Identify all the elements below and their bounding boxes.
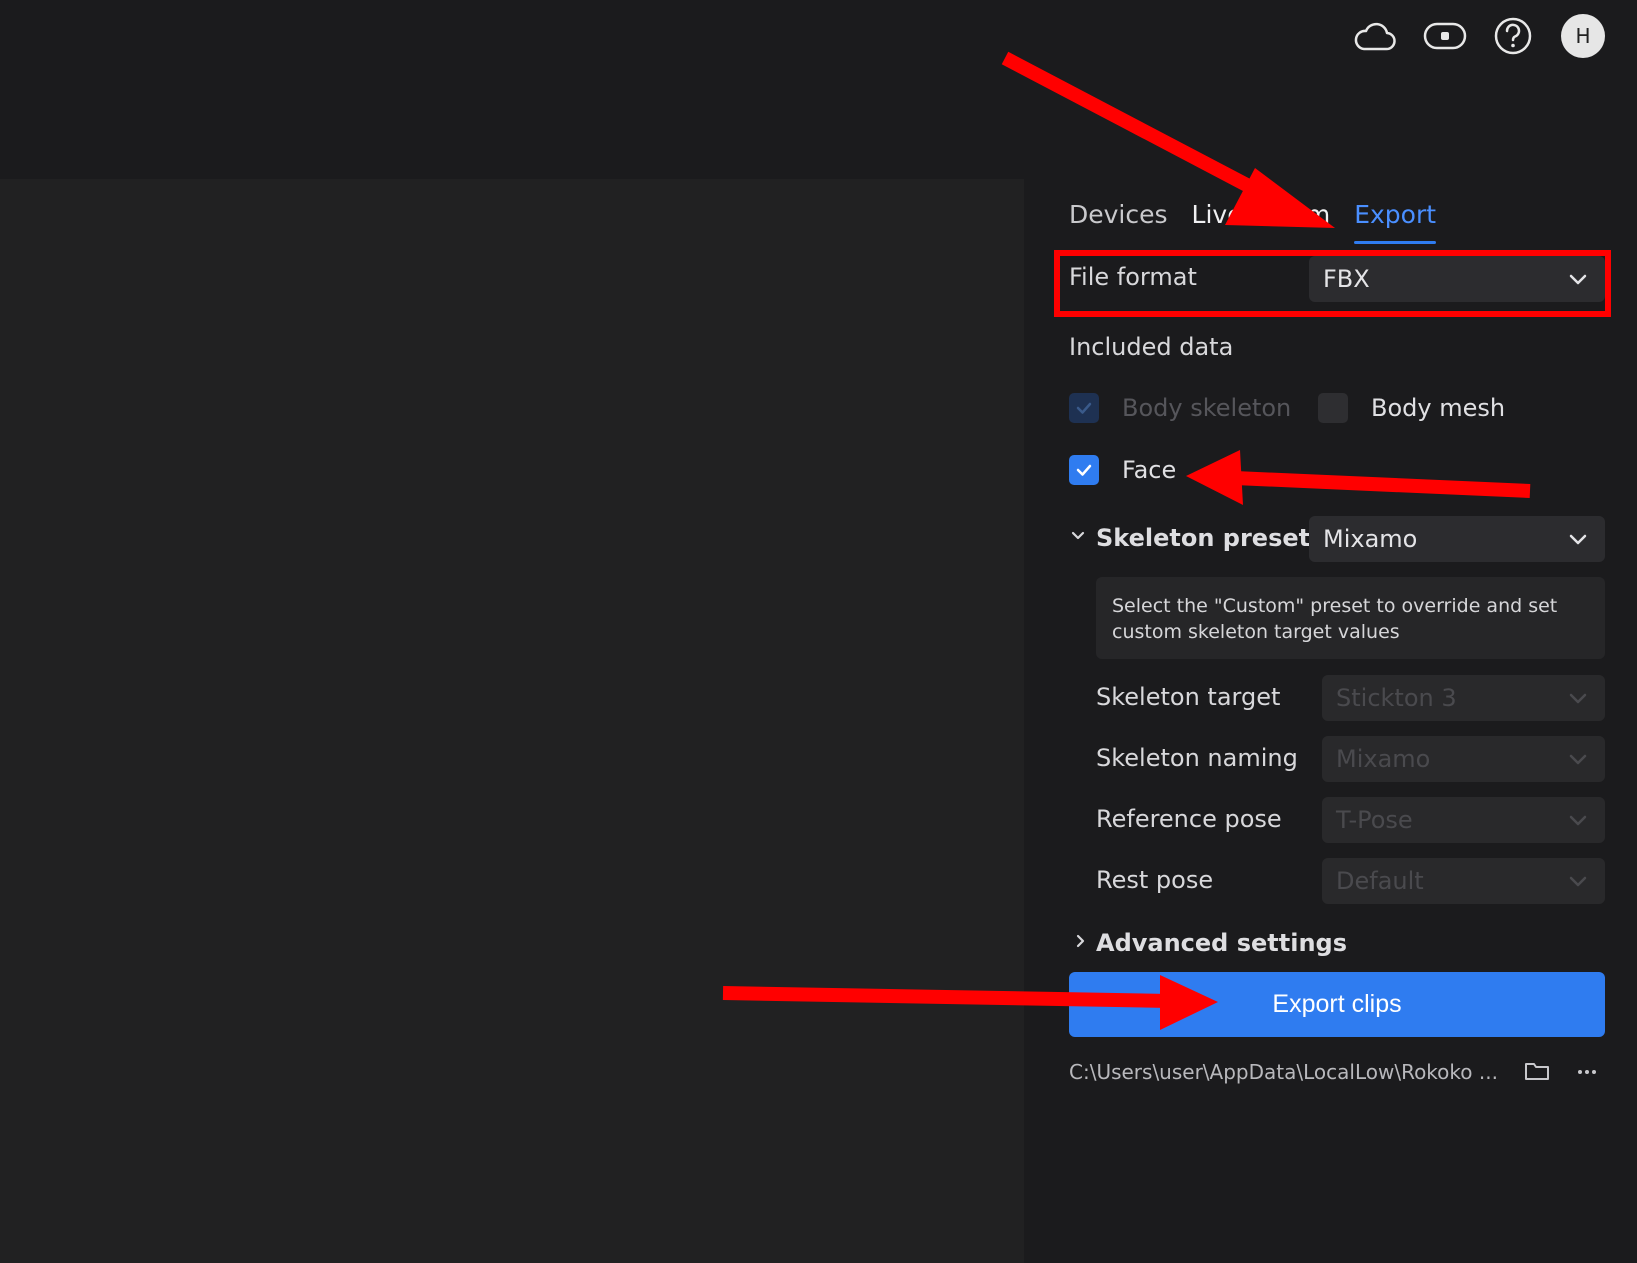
checkmark-icon	[1076, 464, 1092, 476]
file-format-highlight-box	[1054, 250, 1611, 317]
body-mesh-label: Body mesh	[1371, 394, 1506, 422]
chevron-down-icon	[1567, 687, 1589, 715]
body-mesh-checkbox[interactable]	[1318, 393, 1348, 423]
chevron-right-icon[interactable]	[1072, 933, 1088, 953]
help-icon[interactable]	[1491, 14, 1535, 58]
advanced-settings-title[interactable]: Advanced settings	[1096, 929, 1347, 957]
body-skeleton-label: Body skeleton	[1122, 394, 1292, 422]
chevron-down-icon	[1567, 870, 1589, 898]
tab-devices[interactable]: Devices	[1069, 200, 1168, 240]
skeleton-preset-select[interactable]: Mixamo	[1309, 516, 1605, 562]
avatar-initial: H	[1575, 24, 1591, 48]
chevron-down-icon	[1567, 809, 1589, 837]
reference-pose-label: Reference pose	[1096, 805, 1282, 833]
tab-export[interactable]: Export	[1354, 200, 1436, 244]
more-options-icon[interactable]	[1576, 1064, 1598, 1083]
rest-pose-value: Default	[1336, 867, 1424, 895]
custom-preset-info: Select the "Custom" preset to override a…	[1096, 577, 1605, 659]
chevron-down-icon	[1567, 748, 1589, 776]
tab-livestream[interactable]: Livestream	[1192, 200, 1331, 240]
reference-pose-select: T-Pose	[1322, 797, 1605, 843]
skeleton-target-label: Skeleton target	[1096, 683, 1281, 711]
checkmark-icon	[1076, 402, 1092, 414]
chevron-down-icon[interactable]	[1070, 527, 1086, 547]
skeleton-naming-label: Skeleton naming	[1096, 744, 1298, 772]
export-clips-button[interactable]: Export clips	[1069, 972, 1605, 1037]
face-label: Face	[1122, 456, 1177, 484]
body-skeleton-checkbox[interactable]	[1069, 393, 1099, 423]
skeleton-naming-value: Mixamo	[1336, 745, 1431, 773]
avatar[interactable]: H	[1561, 14, 1605, 58]
export-path: C:\Users\user\AppData\LocalLow\Rokoko ..…	[1069, 1060, 1498, 1084]
toggle-icon[interactable]	[1422, 18, 1468, 54]
rest-pose-label: Rest pose	[1096, 866, 1214, 894]
viewport[interactable]	[0, 179, 1024, 1263]
skeleton-target-value: Stickton 3	[1336, 684, 1457, 712]
cloud-icon[interactable]	[1352, 14, 1398, 58]
skeleton-naming-select: Mixamo	[1322, 736, 1605, 782]
reference-pose-value: T-Pose	[1336, 806, 1413, 834]
panel-tabs: Devices Livestream Export	[1069, 200, 1436, 244]
face-checkbox[interactable]	[1069, 455, 1099, 485]
skeleton-preset-title[interactable]: Skeleton preset	[1096, 524, 1310, 552]
skeleton-target-select: Stickton 3	[1322, 675, 1605, 721]
skeleton-preset-value: Mixamo	[1323, 525, 1418, 553]
folder-icon[interactable]	[1524, 1060, 1550, 1086]
included-data-label: Included data	[1069, 333, 1234, 361]
chevron-down-icon	[1567, 528, 1589, 556]
rest-pose-select: Default	[1322, 858, 1605, 904]
